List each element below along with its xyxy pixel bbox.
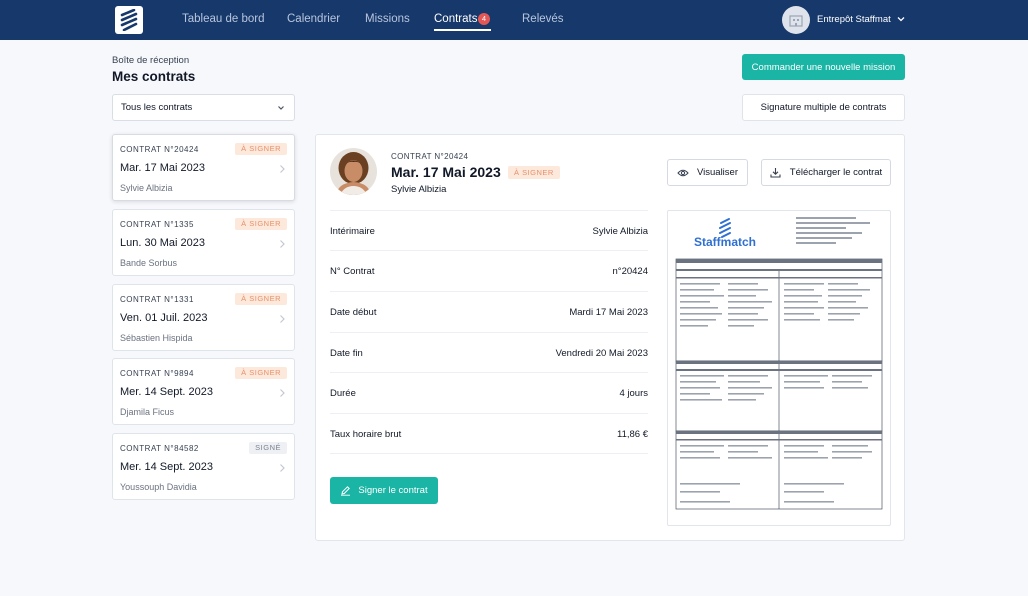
chevron-down-icon[interactable]	[895, 13, 907, 25]
contract-number: CONTRAT N°9894	[120, 369, 194, 378]
status-badge: À SIGNER	[235, 218, 287, 230]
nav-missions[interactable]: Missions	[365, 13, 410, 25]
field-value: 11,86 €	[617, 429, 648, 440]
field-label: Intérimaire	[330, 226, 375, 237]
staffmatch-logo-icon: Staffmatch	[694, 218, 756, 249]
nav-dashboard[interactable]: Tableau de bord	[182, 13, 264, 25]
contracts-count-badge: 4	[478, 13, 490, 25]
contract-date: Mer. 14 Sept. 2023	[120, 386, 213, 398]
chevron-right-icon	[280, 389, 285, 397]
status-badge: À SIGNER	[235, 143, 287, 155]
contract-number: CONTRAT N°1331	[120, 295, 194, 304]
status-badge: À SIGNER	[235, 293, 287, 305]
download-button-label: Télécharger le contrat	[789, 167, 883, 178]
detail-row-duration: Durée 4 jours	[330, 372, 648, 412]
contract-detail-panel: CONTRAT N°20424 Mar. 17 Mai 2023 À SIGNE…	[315, 134, 905, 541]
contract-card[interactable]: CONTRAT N°1335 À SIGNER Lun. 30 Mai 2023…	[112, 209, 295, 276]
sign-contract-button[interactable]: Signer le contrat	[330, 477, 438, 504]
eye-icon	[677, 169, 689, 176]
preview-logo-text: Staffmatch	[694, 235, 756, 249]
page-title: Mes contrats	[112, 69, 196, 84]
contract-filter-select[interactable]: Tous les contrats	[112, 94, 295, 121]
building-icon	[789, 15, 803, 27]
contract-card[interactable]: CONTRAT N°20424 À SIGNER Mar. 17 Mai 202…	[112, 134, 295, 201]
contract-person: Sylvie Albizia	[120, 183, 173, 193]
detail-contract-number: CONTRAT N°20424	[391, 152, 469, 161]
order-mission-button[interactable]: Commander une nouvelle mission	[742, 54, 905, 80]
chevron-right-icon	[280, 464, 285, 472]
contract-person: Bande Sorbus	[120, 258, 178, 268]
nav-contracts[interactable]: Contrats	[434, 13, 477, 25]
chevron-down-icon	[278, 106, 284, 110]
pen-icon	[341, 486, 351, 496]
divider	[330, 453, 648, 454]
contract-document-preview[interactable]: Staffmatch	[667, 210, 891, 526]
multi-sign-button[interactable]: Signature multiple de contrats	[742, 94, 905, 121]
contract-person: Sébastien Hispida	[120, 333, 193, 343]
download-icon	[770, 168, 781, 178]
contract-card[interactable]: CONTRAT N°9894 À SIGNER Mer. 14 Sept. 20…	[112, 358, 295, 425]
chevron-right-icon	[280, 315, 285, 323]
contract-number: CONTRAT N°84582	[120, 444, 199, 453]
download-button[interactable]: Télécharger le contrat	[761, 159, 891, 186]
contract-person: Youssouph Davidia	[120, 482, 197, 492]
company-avatar[interactable]	[782, 6, 810, 34]
contract-date: Mar. 17 Mai 2023	[120, 162, 205, 174]
contract-date: Mer. 14 Sept. 2023	[120, 461, 213, 473]
contract-date: Ven. 01 Juil. 2023	[120, 312, 208, 324]
detail-row-end-date: Date fin Vendredi 20 Mai 2023	[330, 332, 648, 372]
contract-thumbnail: Staffmatch	[675, 217, 883, 510]
contract-date: Lun. 30 Mai 2023	[120, 237, 206, 249]
field-value: Vendredi 20 Mai 2023	[555, 348, 648, 359]
chevron-right-icon	[280, 165, 285, 173]
nav-calendar[interactable]: Calendrier	[287, 13, 340, 25]
detail-row-contract-number: N° Contrat n°20424	[330, 250, 648, 290]
staffmatch-logo-icon[interactable]	[115, 6, 143, 34]
field-label: Date début	[330, 307, 377, 318]
active-tab-underline	[434, 29, 491, 31]
detail-row-hourly-rate: Taux horaire brut 11,86 €	[330, 413, 648, 453]
status-badge: À SIGNER	[235, 367, 287, 379]
field-label: N° Contrat	[330, 266, 375, 277]
breadcrumb: Boîte de réception	[112, 55, 190, 66]
field-value: Sylvie Albizia	[592, 226, 648, 237]
contract-number: CONTRAT N°20424	[120, 145, 199, 154]
detail-contract-date: Mar. 17 Mai 2023	[391, 164, 501, 180]
nav-statements[interactable]: Relevés	[522, 13, 564, 25]
field-label: Date fin	[330, 348, 363, 359]
contract-card[interactable]: CONTRAT N°84582 SIGNÉ Mer. 14 Sept. 2023…	[112, 433, 295, 500]
field-value: Mardi 17 Mai 2023	[569, 307, 648, 318]
filter-value: Tous les contrats	[121, 102, 193, 113]
field-value: n°20424	[612, 266, 649, 277]
contract-card[interactable]: CONTRAT N°1331 À SIGNER Ven. 01 Juil. 20…	[112, 284, 295, 351]
worker-photo	[330, 148, 377, 195]
detail-row-worker: Intérimaire Sylvie Albizia	[330, 210, 648, 250]
field-label: Taux horaire brut	[330, 429, 402, 440]
contract-number: CONTRAT N°1335	[120, 220, 194, 229]
contract-person: Djamila Ficus	[120, 407, 175, 417]
status-badge: SIGNÉ	[249, 442, 287, 454]
view-button[interactable]: Visualiser	[667, 159, 748, 186]
company-name[interactable]: Entrepôt Staffmatch	[817, 14, 891, 25]
view-button-label: Visualiser	[696, 167, 738, 178]
detail-status-badge: À SIGNER	[508, 166, 560, 179]
field-value: 4 jours	[619, 388, 648, 399]
detail-worker-name: Sylvie Albizia	[391, 184, 447, 195]
sign-button-label: Signer le contrat	[358, 485, 428, 496]
detail-row-start-date: Date début Mardi 17 Mai 2023	[330, 291, 648, 331]
field-label: Durée	[330, 388, 356, 399]
top-navbar: Tableau de bord Calendrier Missions Cont…	[0, 0, 1028, 40]
chevron-right-icon	[280, 240, 285, 248]
